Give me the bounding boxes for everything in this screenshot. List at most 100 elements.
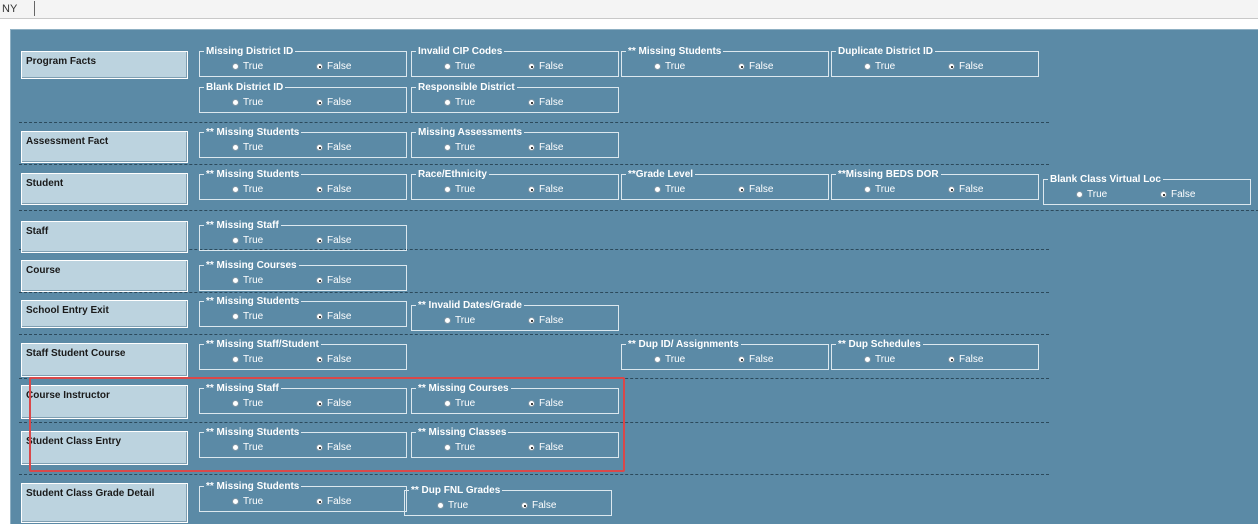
radio-true-button[interactable] (444, 186, 451, 193)
radio-true[interactable]: True (444, 61, 475, 72)
radio-true[interactable]: True (864, 61, 895, 72)
radio-true[interactable]: True (1076, 189, 1107, 200)
radio-true-button[interactable] (864, 63, 871, 70)
radio-true-button[interactable] (864, 186, 871, 193)
radio-true-button[interactable] (232, 186, 239, 193)
radio-true[interactable]: True (654, 184, 685, 195)
radio-true-button[interactable] (232, 277, 239, 284)
radio-false-button[interactable] (948, 63, 955, 70)
radio-false[interactable]: False (528, 97, 563, 108)
radio-true[interactable]: True (437, 500, 468, 511)
radio-true[interactable]: True (444, 142, 475, 153)
radio-false[interactable]: False (316, 235, 351, 246)
radio-false[interactable]: False (316, 97, 351, 108)
radio-false[interactable]: False (316, 311, 351, 322)
radio-true[interactable]: True (654, 354, 685, 365)
radio-true-button[interactable] (444, 63, 451, 70)
radio-true-button[interactable] (444, 144, 451, 151)
radio-false[interactable]: False (316, 354, 351, 365)
radio-true[interactable]: True (232, 61, 263, 72)
radio-true-button[interactable] (232, 237, 239, 244)
radio-false[interactable]: False (1160, 189, 1195, 200)
radio-false-button[interactable] (316, 63, 323, 70)
radio-false-button[interactable] (316, 99, 323, 106)
radio-true[interactable]: True (444, 97, 475, 108)
radio-false-label: False (539, 61, 564, 72)
section-label-box: Student Class Grade Detail (21, 483, 188, 523)
radio-true-label: True (875, 61, 896, 72)
radio-false-button[interactable] (528, 186, 535, 193)
radio-false[interactable]: False (316, 142, 351, 153)
radio-true[interactable]: True (232, 275, 263, 286)
radio-true[interactable]: True (232, 354, 263, 365)
radio-false[interactable]: False (528, 61, 563, 72)
radio-false-button[interactable] (948, 356, 955, 363)
radio-true-button[interactable] (1076, 191, 1083, 198)
radio-true-button[interactable] (232, 99, 239, 106)
radio-false-button[interactable] (738, 356, 745, 363)
radio-true[interactable]: True (232, 97, 263, 108)
radio-true-button[interactable] (437, 502, 444, 509)
radio-false[interactable]: False (521, 500, 556, 511)
radio-false[interactable]: False (948, 184, 983, 195)
radio-true[interactable]: True (232, 142, 263, 153)
radio-true[interactable]: True (232, 184, 263, 195)
radio-false-button[interactable] (528, 63, 535, 70)
radio-false-button[interactable] (316, 277, 323, 284)
radio-false-button[interactable] (948, 186, 955, 193)
radio-true[interactable]: True (444, 315, 475, 326)
radio-false[interactable]: False (738, 354, 773, 365)
radio-true-button[interactable] (864, 356, 871, 363)
radio-true-button[interactable] (232, 63, 239, 70)
radio-false[interactable]: False (316, 496, 351, 507)
option-group: Responsible District True False (411, 82, 619, 113)
radio-false-button[interactable] (738, 186, 745, 193)
radio-false-button[interactable] (528, 144, 535, 151)
radio-false-button[interactable] (1160, 191, 1167, 198)
radio-false[interactable]: False (316, 275, 351, 286)
option-group: ** Invalid Dates/Grade True False (411, 300, 619, 331)
radio-false-button[interactable] (316, 144, 323, 151)
radio-false[interactable]: False (948, 354, 983, 365)
radio-true-button[interactable] (654, 63, 661, 70)
row-separator (19, 164, 1049, 165)
radio-true-label: True (1087, 189, 1108, 200)
radio-true-button[interactable] (654, 356, 661, 363)
radio-true-button[interactable] (232, 313, 239, 320)
radio-true[interactable]: True (232, 496, 263, 507)
option-group: Blank Class Virtual Loc True False (1043, 174, 1251, 205)
radio-false-button[interactable] (521, 502, 528, 509)
radio-true-label: True (455, 97, 476, 108)
radio-true-button[interactable] (232, 144, 239, 151)
radio-true[interactable]: True (864, 354, 895, 365)
radio-false-label: False (327, 354, 352, 365)
radio-false[interactable]: False (316, 61, 351, 72)
radio-true[interactable]: True (864, 184, 895, 195)
radio-false-button[interactable] (316, 498, 323, 505)
option-group: Missing Assessments True False (411, 127, 619, 158)
radio-true-button[interactable] (444, 317, 451, 324)
radio-false-button[interactable] (738, 63, 745, 70)
radio-true-button[interactable] (654, 186, 661, 193)
radio-false[interactable]: False (316, 184, 351, 195)
radio-false-button[interactable] (316, 186, 323, 193)
radio-false[interactable]: False (528, 184, 563, 195)
radio-true-button[interactable] (232, 356, 239, 363)
radio-false[interactable]: False (738, 184, 773, 195)
radio-false-button[interactable] (316, 237, 323, 244)
radio-false[interactable]: False (948, 61, 983, 72)
radio-false-button[interactable] (316, 356, 323, 363)
radio-false-button[interactable] (316, 313, 323, 320)
radio-false-button[interactable] (528, 99, 535, 106)
radio-false-button[interactable] (528, 317, 535, 324)
radio-true[interactable]: True (654, 61, 685, 72)
state-code: NY (2, 3, 18, 15)
radio-false[interactable]: False (528, 142, 563, 153)
radio-true[interactable]: True (232, 311, 263, 322)
radio-true-button[interactable] (444, 99, 451, 106)
radio-false[interactable]: False (738, 61, 773, 72)
radio-true-button[interactable] (232, 498, 239, 505)
radio-false[interactable]: False (528, 315, 563, 326)
radio-true[interactable]: True (232, 235, 263, 246)
radio-true[interactable]: True (444, 184, 475, 195)
